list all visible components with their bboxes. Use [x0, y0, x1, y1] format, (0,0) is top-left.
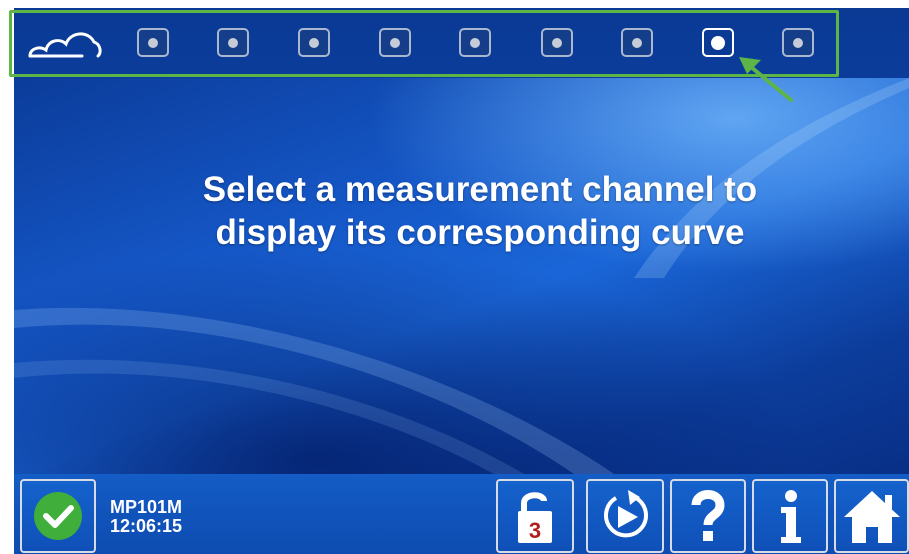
channel-6-button[interactable]	[541, 28, 573, 57]
channel-7-button[interactable]	[621, 28, 653, 57]
device-name: MP101M	[110, 497, 183, 517]
channel-dot-icon	[793, 38, 803, 48]
channel-dot-icon	[390, 38, 400, 48]
info-button[interactable]	[752, 479, 828, 553]
channel-1-button[interactable]	[137, 28, 169, 57]
cloud-logo-icon	[28, 32, 102, 58]
channel-dot-icon	[632, 38, 642, 48]
help-icon	[691, 490, 725, 541]
channel-dot-icon	[228, 38, 238, 48]
channel-4-button[interactable]	[379, 28, 411, 57]
home-button[interactable]	[834, 479, 909, 553]
device-status: MP101M 12:06:15	[110, 498, 182, 536]
pointer-arrow-icon	[739, 57, 793, 102]
channel-dot-icon	[552, 38, 562, 48]
instruction-message: Select a measurement channel to display …	[0, 168, 909, 254]
help-button[interactable]	[670, 479, 746, 553]
channel-3-button[interactable]	[298, 28, 330, 57]
info-icon	[781, 490, 801, 543]
message-line-2: display its corresponding curve	[215, 213, 745, 252]
channel-5-button[interactable]	[459, 28, 491, 57]
lock-level-badge: 3	[528, 518, 542, 543]
checkmark-icon	[34, 492, 82, 540]
channel-dot-icon	[309, 38, 319, 48]
unlock-button[interactable]: 3	[496, 479, 574, 553]
replay-button[interactable]	[586, 479, 664, 553]
message-line-1: Select a measurement channel to	[202, 170, 758, 209]
channel-2-button[interactable]	[217, 28, 249, 57]
wallpaper	[14, 78, 909, 474]
replay-icon	[604, 490, 648, 538]
channel-dot-icon	[470, 38, 480, 48]
clock-time: 12:06:15	[110, 516, 183, 536]
status-button[interactable]	[20, 479, 96, 553]
channel-dot-icon	[712, 37, 724, 49]
channel-8-button[interactable]	[702, 28, 734, 57]
home-icon	[844, 491, 900, 543]
channel-dot-icon	[148, 38, 158, 48]
channel-9-button[interactable]	[782, 28, 814, 57]
